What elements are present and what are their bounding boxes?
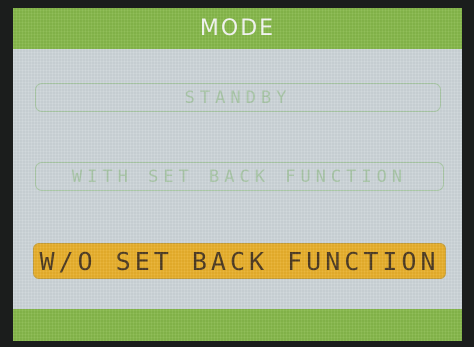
option-with-set-back-function-label: WITH SET BACK FUNCTION <box>71 166 408 187</box>
option-without-set-back-function[interactable]: W/O SET BACK FUNCTION <box>33 243 446 279</box>
option-without-set-back-function-label: W/O SET BACK FUNCTION <box>39 246 440 276</box>
option-standby[interactable]: STANDBY <box>35 83 441 112</box>
page-title: MODE <box>199 16 276 41</box>
header-bar: MODE <box>13 8 462 49</box>
device-bezel: MODE STANDBY WITH SET BACK FUNCTION W/O … <box>0 0 474 347</box>
option-standby-label: STANDBY <box>184 87 292 108</box>
option-with-set-back-function[interactable]: WITH SET BACK FUNCTION <box>35 162 444 191</box>
footer-bar <box>13 309 462 341</box>
lcd-screen: MODE STANDBY WITH SET BACK FUNCTION W/O … <box>13 8 462 341</box>
